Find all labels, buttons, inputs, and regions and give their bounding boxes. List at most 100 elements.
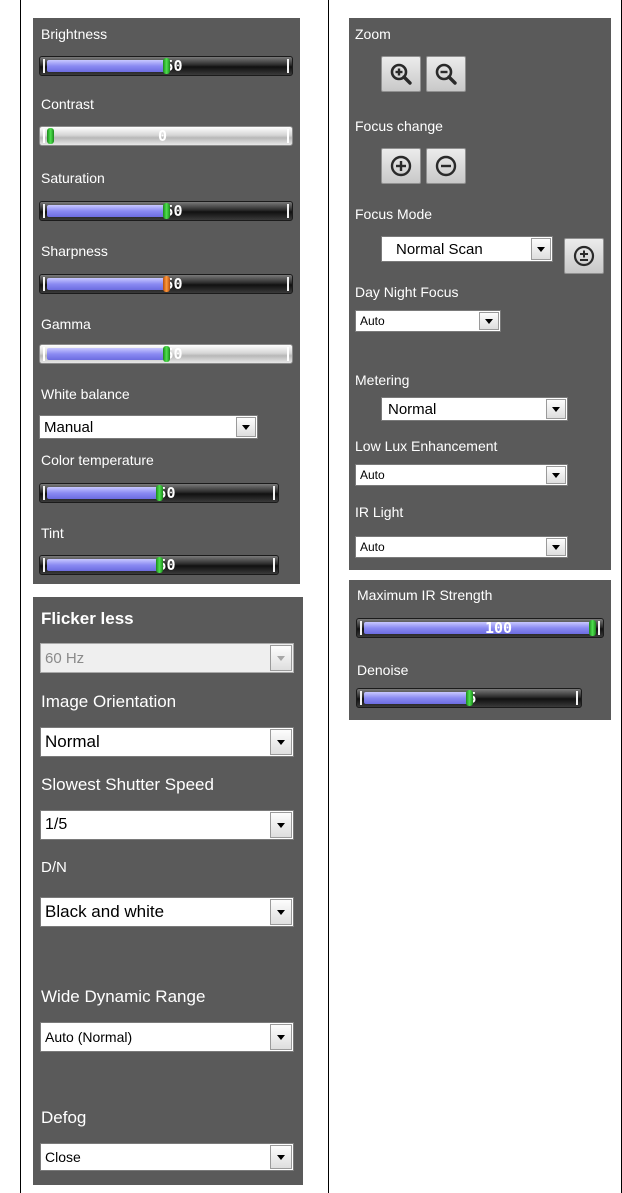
focus-change-label: Focus change — [355, 118, 443, 134]
defog-select[interactable]: Close — [40, 1143, 294, 1171]
exposure-panel: Flicker less 60 Hz Image Orientation Nor… — [33, 597, 303, 1185]
brightness-thumb[interactable] — [162, 58, 170, 74]
chevron-down-icon[interactable] — [270, 1145, 292, 1169]
defog-label: Defog — [41, 1108, 87, 1127]
contrast-thumb[interactable] — [47, 128, 54, 144]
wide-dynamic-range-select[interactable]: Auto (Normal) — [40, 1022, 294, 1052]
chevron-down-icon[interactable] — [270, 729, 292, 755]
color-temperature-thumb[interactable] — [155, 485, 163, 501]
dn-select[interactable]: Black and white — [40, 897, 294, 927]
denoise-label: Denoise — [357, 662, 409, 678]
chevron-down-icon[interactable] — [546, 399, 566, 419]
gamma-label: Gamma — [41, 316, 91, 332]
contrast-slider[interactable]: 0 — [39, 126, 293, 146]
color-temperature-label: Color temperature — [41, 452, 154, 468]
focus-far-button[interactable] — [426, 148, 466, 184]
chevron-down-icon[interactable] — [236, 417, 256, 437]
chevron-down-icon[interactable] — [270, 812, 292, 838]
slowest-shutter-speed-value: 1/5 — [45, 816, 68, 833]
wide-dynamic-range-value: Auto (Normal) — [45, 1029, 133, 1045]
chevron-down-icon — [270, 645, 292, 671]
saturation-fill — [47, 205, 166, 217]
lens-panel: Zoom Focus change Focus Mode Normal Scan… — [349, 18, 611, 570]
color-temperature-slider[interactable]: 50 — [39, 483, 279, 503]
sharpness-fill — [47, 278, 166, 290]
focus-plus-icon — [390, 155, 412, 177]
focus-minus-icon — [435, 155, 457, 177]
contrast-value: 0 — [158, 127, 168, 145]
chevron-down-icon[interactable] — [270, 1024, 292, 1050]
saturation-label: Saturation — [41, 170, 105, 186]
saturation-thumb[interactable] — [162, 203, 170, 219]
brightness-slider[interactable]: 50 — [39, 56, 293, 76]
brightness-label: Brightness — [41, 26, 108, 42]
ir-light-value: Auto — [360, 540, 385, 554]
zoom-label: Zoom — [355, 26, 391, 42]
chevron-down-icon[interactable] — [546, 538, 566, 556]
table-center-border — [328, 0, 329, 1193]
image-orientation-value: Normal — [45, 732, 100, 751]
white-balance-select[interactable]: Manual — [39, 415, 258, 439]
zoom-in-icon — [390, 63, 412, 85]
focus-mode-label: Focus Mode — [355, 206, 433, 222]
flicker-less-label: Flicker less — [41, 609, 134, 628]
one-push-focus-button[interactable] — [564, 238, 604, 274]
sharpness-label: Sharpness — [41, 243, 108, 259]
image-orientation-select[interactable]: Normal — [40, 727, 294, 757]
metering-value: Normal — [388, 400, 437, 418]
chevron-down-icon[interactable] — [270, 899, 292, 925]
ir-light-select[interactable]: Auto — [355, 536, 568, 558]
day-night-focus-label: Day Night Focus — [355, 284, 459, 300]
sharpness-slider[interactable]: 50 — [39, 274, 293, 294]
ir-panel: Maximum IR Strength 100 Denoise 5 — [349, 580, 611, 720]
dn-label: D/N — [41, 859, 67, 876]
ir-light-label: IR Light — [355, 504, 404, 520]
maximum-ir-strength-fill — [364, 622, 592, 634]
chevron-down-icon[interactable] — [479, 312, 499, 330]
focus-near-button[interactable] — [381, 148, 421, 184]
color-temperature-fill — [47, 487, 159, 499]
white-balance-label: White balance — [41, 386, 130, 402]
flicker-less-value: 60 Hz — [45, 649, 85, 667]
tint-label: Tint — [41, 525, 64, 541]
metering-label: Metering — [355, 372, 410, 388]
zoom-out-button[interactable] — [426, 56, 466, 92]
tint-fill — [47, 559, 159, 571]
metering-select[interactable]: Normal — [381, 397, 568, 421]
saturation-slider[interactable]: 50 — [39, 201, 293, 221]
low-lux-enhancement-select[interactable]: Auto — [355, 464, 568, 486]
denoise-slider[interactable]: 5 — [356, 688, 582, 708]
maximum-ir-strength-value: 100 — [485, 619, 513, 637]
chevron-down-icon[interactable] — [546, 466, 566, 484]
zoom-in-button[interactable] — [381, 56, 421, 92]
slowest-shutter-speed-label: Slowest Shutter Speed — [41, 775, 214, 794]
image-adjust-panel: Brightness 50 Contrast 0 Saturation 50 S… — [33, 18, 300, 584]
denoise-fill — [364, 692, 469, 704]
dn-value: Black and white — [45, 902, 165, 921]
day-night-focus-select[interactable]: Auto — [355, 310, 501, 332]
gamma-fill — [47, 348, 166, 360]
tint-thumb[interactable] — [155, 557, 163, 573]
low-lux-enhancement-value: Auto — [360, 468, 385, 482]
table-left-border — [20, 0, 21, 1193]
day-night-focus-value: Auto — [360, 314, 385, 328]
focus-mode-value: Normal Scan — [396, 240, 483, 258]
chevron-down-icon[interactable] — [531, 238, 551, 260]
zoom-out-icon — [435, 63, 457, 85]
gamma-slider[interactable]: 50 — [39, 344, 293, 364]
tint-slider[interactable]: 50 — [39, 555, 279, 575]
maximum-ir-strength-label: Maximum IR Strength — [357, 587, 493, 603]
sharpness-thumb[interactable] — [162, 276, 170, 292]
contrast-label: Contrast — [41, 96, 94, 112]
focus-mode-select[interactable]: Normal Scan — [381, 236, 553, 262]
maximum-ir-strength-slider[interactable]: 100 — [356, 618, 604, 638]
slowest-shutter-speed-select[interactable]: 1/5 — [40, 810, 294, 840]
flicker-less-select: 60 Hz — [40, 643, 294, 673]
brightness-fill — [47, 60, 166, 72]
gamma-thumb[interactable] — [162, 346, 170, 362]
denoise-thumb[interactable] — [465, 690, 473, 706]
one-push-focus-icon — [573, 245, 595, 267]
white-balance-value: Manual — [44, 418, 94, 436]
maximum-ir-strength-thumb[interactable] — [589, 620, 596, 636]
low-lux-enhancement-label: Low Lux Enhancement — [355, 438, 498, 454]
